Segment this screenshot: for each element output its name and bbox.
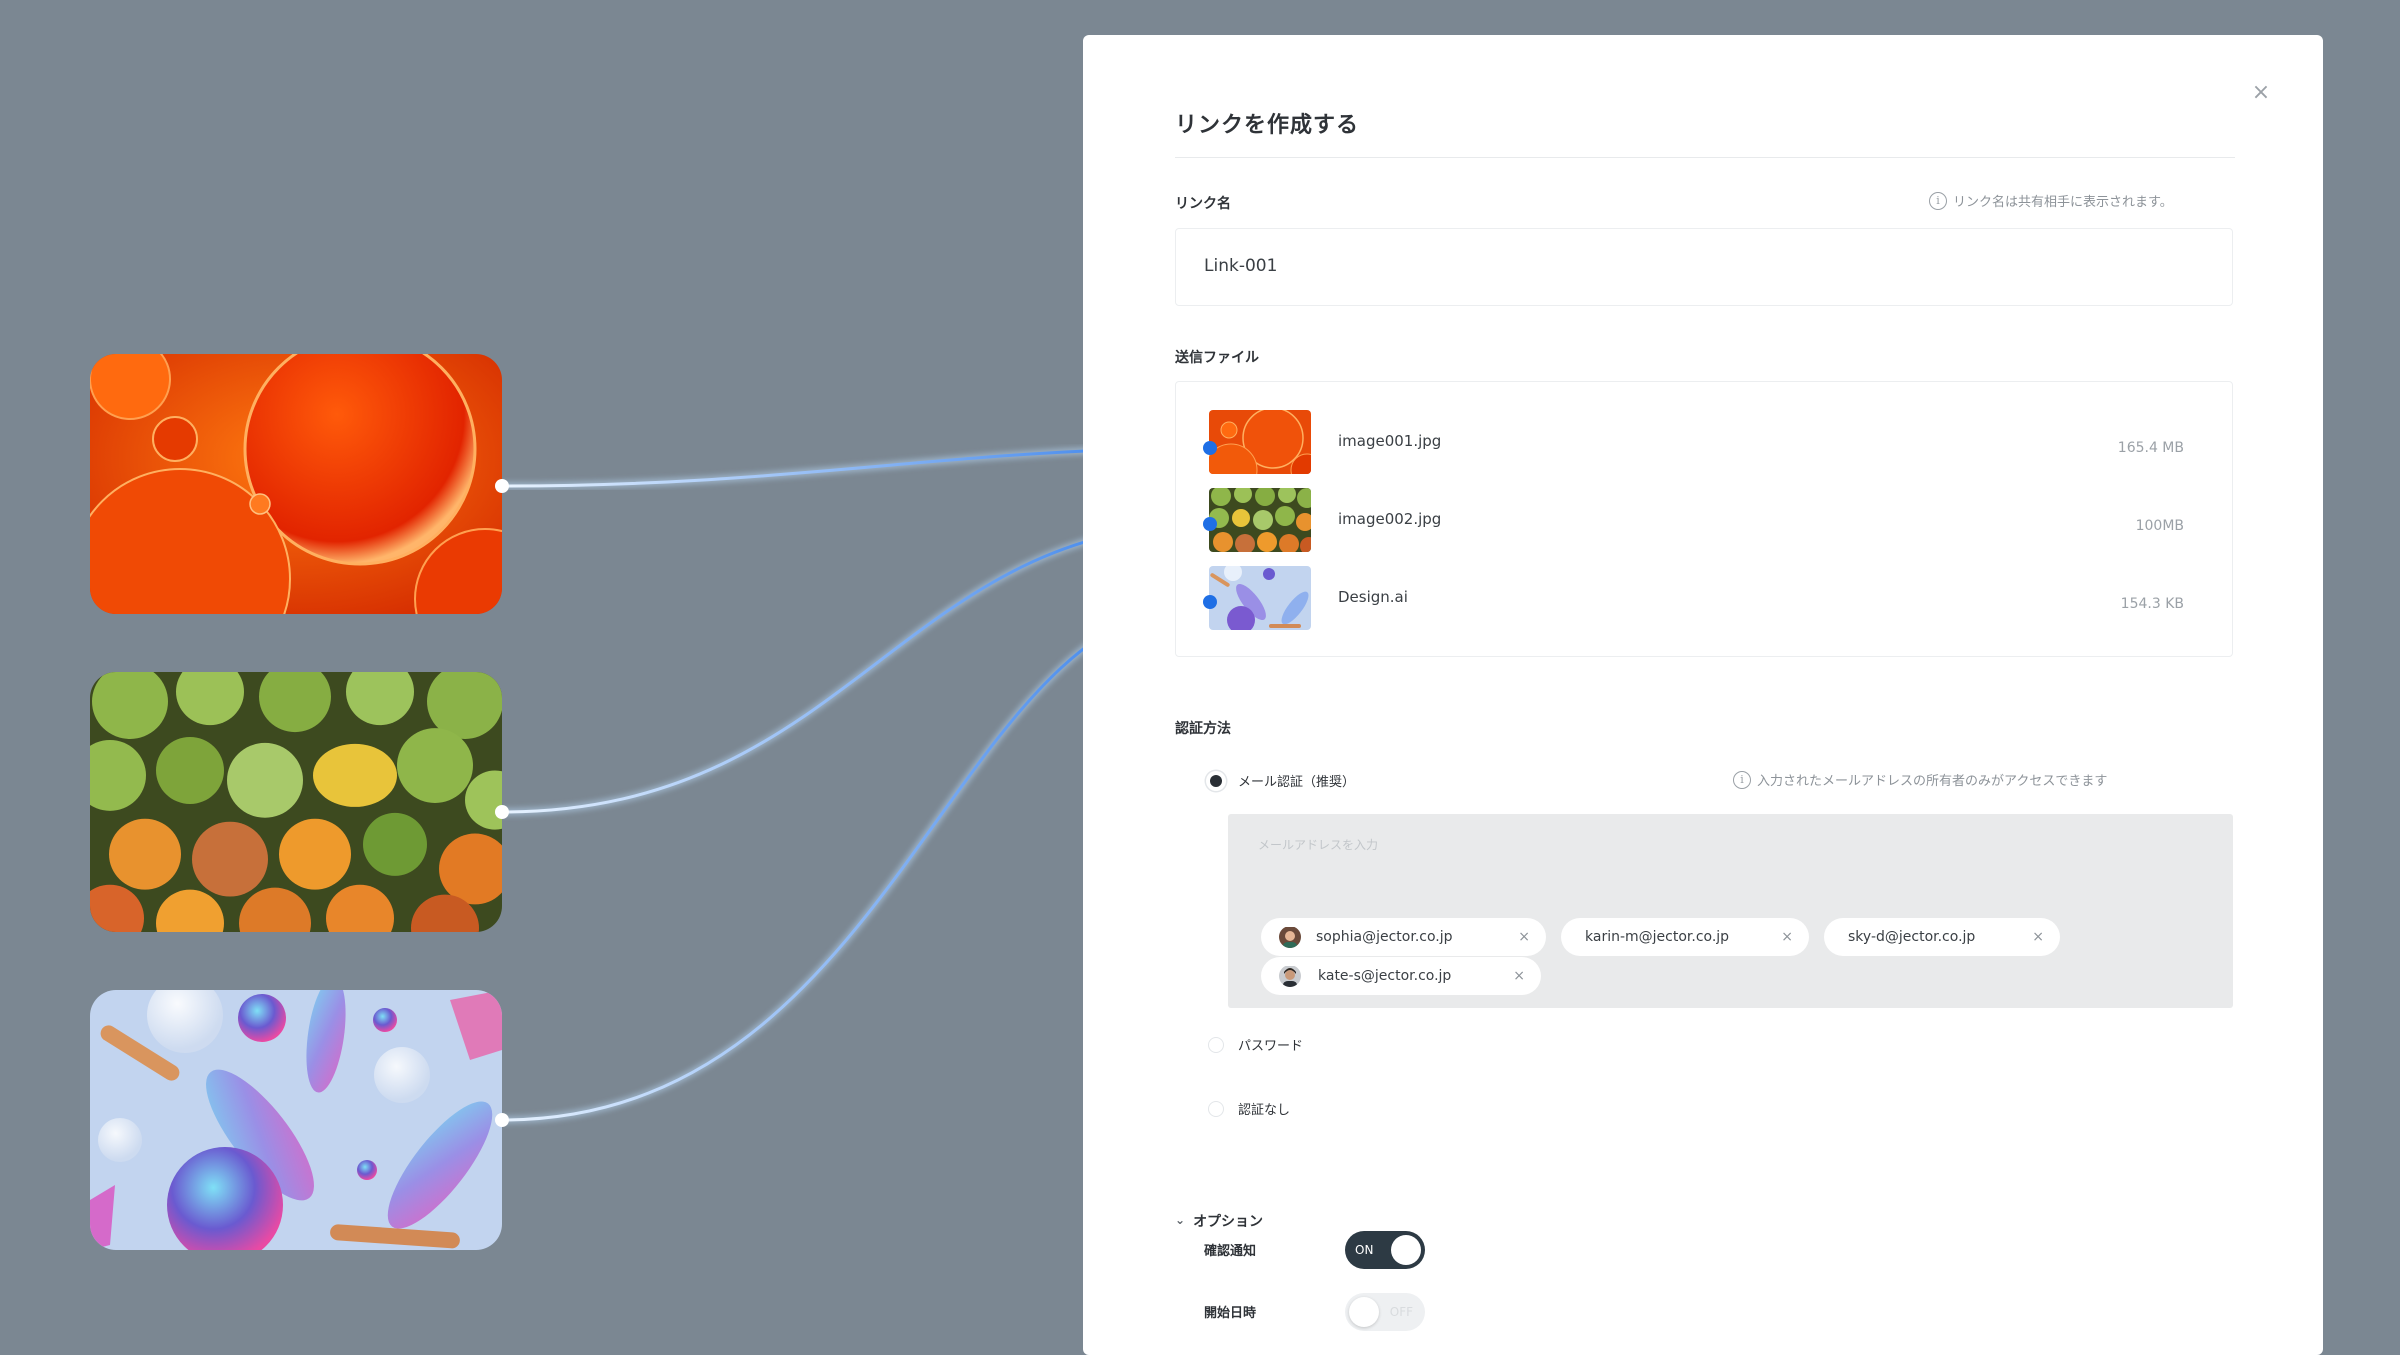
link-name-hint: i リンク名は共有相手に表示されます。 [1929, 191, 2173, 210]
email-chip: sky-d@jector.co.jp × [1824, 918, 2060, 956]
email-chip: karin-m@jector.co.jp × [1561, 918, 1809, 956]
email-auth-hint: i 入力されたメールアドレスの所有者のみがアクセスできます [1733, 770, 2107, 789]
info-icon: i [1733, 770, 1751, 789]
file-name: image001.jpg [1338, 432, 1442, 450]
notify-toggle[interactable]: ON [1345, 1231, 1425, 1269]
preview-image-3d-shapes [90, 990, 502, 1250]
auth-label: 認証方法 [1175, 721, 1231, 737]
auth-option-email[interactable]: メール認証（推奨） [1208, 771, 1355, 790]
link-name-hint-text: リンク名は共有相手に表示されます。 [1953, 195, 2173, 210]
email-input-area[interactable]: メールアドレスを入力 sophia@jector.co.jp × karin-m… [1228, 814, 2233, 1008]
file-list: image001.jpg 165.4 MB image002.jpg 100MB… [1175, 381, 2233, 657]
options-toggle[interactable]: ⌄ オプション [1175, 1211, 1263, 1231]
email-chip: sophia@jector.co.jp × [1261, 918, 1546, 956]
email-chip: kate-s@jector.co.jp × [1261, 957, 1541, 995]
option-label: 確認通知 [1204, 1244, 1257, 1259]
create-link-dialog: × リンクを作成する リンク名 i リンク名は共有相手に表示されます。 Link… [1083, 35, 2323, 1355]
remove-icon[interactable]: × [1518, 918, 1530, 956]
remove-icon[interactable]: × [1513, 957, 1525, 995]
auth-option-label: メール認証（推奨） [1238, 775, 1356, 790]
preview-image-orange-bubbles [90, 354, 502, 614]
auth-option-label: パスワード [1238, 1039, 1304, 1054]
avatar [1279, 926, 1301, 948]
page-title: リンクを作成する [1175, 113, 1360, 138]
options-label: オプション [1193, 1214, 1264, 1230]
files-label: 送信ファイル [1175, 350, 1259, 366]
file-row[interactable]: image001.jpg 165.4 MB [1176, 410, 2232, 476]
file-row[interactable]: image002.jpg 100MB [1176, 488, 2232, 554]
radio-unchecked[interactable] [1208, 1036, 1224, 1053]
file-thumbnail [1209, 488, 1311, 552]
toggle-knob [1391, 1235, 1421, 1265]
option-label: 開始日時 [1204, 1306, 1257, 1321]
divider [1175, 157, 2235, 158]
file-size: 165.4 MB [2117, 440, 2184, 456]
link-name-label: リンク名 [1175, 196, 1231, 212]
auth-option-password[interactable]: パスワード [1208, 1035, 1303, 1054]
file-thumbnail [1209, 410, 1311, 474]
email-chip-text: kate-s@jector.co.jp [1318, 968, 1452, 984]
close-icon[interactable]: × [2247, 79, 2275, 107]
remove-icon[interactable]: × [2032, 918, 2044, 956]
start-date-toggle[interactable]: OFF [1345, 1293, 1425, 1331]
preview-image-fruits [90, 672, 502, 932]
toggle-knob [1349, 1297, 1379, 1327]
email-input-placeholder: メールアドレスを入力 [1258, 838, 1379, 852]
file-name: Design.ai [1338, 588, 1408, 606]
file-row[interactable]: Design.ai 154.3 KB [1176, 566, 2232, 632]
auth-option-none[interactable]: 認証なし [1208, 1099, 1290, 1118]
remove-icon[interactable]: × [1781, 918, 1793, 956]
auth-option-label: 認証なし [1238, 1103, 1291, 1118]
file-thumbnail [1209, 566, 1311, 630]
file-size: 154.3 KB [2120, 596, 2184, 612]
toggle-state-text: ON [1355, 1243, 1374, 1257]
file-size: 100MB [2135, 518, 2184, 534]
info-icon: i [1929, 191, 1947, 210]
email-chip-text: karin-m@jector.co.jp [1585, 929, 1730, 945]
radio-checked[interactable] [1210, 774, 1222, 787]
toggle-state-text: OFF [1389, 1305, 1413, 1319]
link-name-input[interactable]: Link-001 [1175, 228, 2233, 306]
email-chip-text: sky-d@jector.co.jp [1848, 929, 1976, 945]
chevron-down-icon: ⌄ [1175, 1213, 1186, 1227]
email-auth-hint-text: 入力されたメールアドレスの所有者のみがアクセスできます [1757, 774, 2108, 789]
radio-unchecked[interactable] [1208, 1100, 1224, 1117]
email-chip-text: sophia@jector.co.jp [1316, 929, 1453, 945]
file-name: image002.jpg [1338, 510, 1442, 528]
avatar [1279, 965, 1301, 987]
